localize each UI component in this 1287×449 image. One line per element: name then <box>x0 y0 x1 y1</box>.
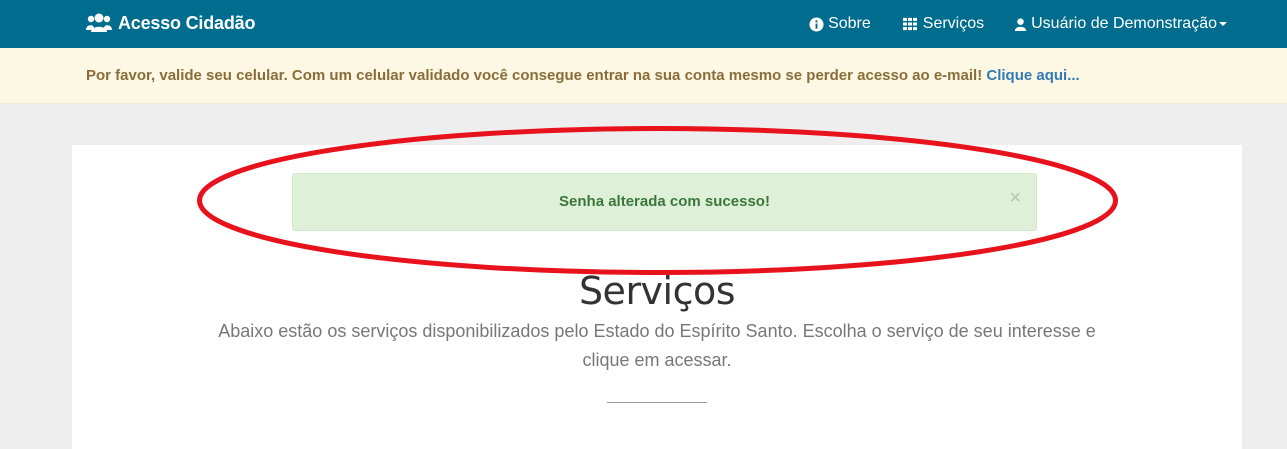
user-icon <box>1014 17 1027 31</box>
chevron-down-icon <box>1219 22 1227 26</box>
alert-message: Senha alterada com sucesso! <box>559 193 770 210</box>
page-title: Serviços <box>578 269 736 313</box>
top-navbar: Acesso Cidadão Sobre Serviços Usuário de… <box>0 0 1287 48</box>
close-icon[interactable]: × <box>1009 170 1021 226</box>
info-circle-icon <box>809 16 824 32</box>
nav-item-label: Usuário de Demonstração <box>1031 15 1217 32</box>
users-icon <box>86 13 112 32</box>
warning-message: Por favor, valide seu celular. Com um ce… <box>86 67 983 84</box>
divider <box>607 402 707 403</box>
nav-menu: Sobre Serviços Usuário de Demonstração <box>779 0 1227 48</box>
grid-icon <box>902 17 917 31</box>
success-alert: Senha alterada com sucesso! × <box>292 173 1037 231</box>
validate-phone-link[interactable]: Clique aqui... <box>986 67 1079 84</box>
nav-item-sobre[interactable]: Sobre <box>809 15 871 33</box>
main-content-card: Senha alterada com sucesso! × Serviços A… <box>72 145 1242 449</box>
nav-item-servicos[interactable]: Serviços <box>901 15 984 33</box>
brand-title: Acesso Cidadão <box>118 12 256 33</box>
phone-validation-warning: Por favor, valide seu celular. Com um ce… <box>0 48 1287 104</box>
brand-link[interactable]: Acesso Cidadão <box>86 12 255 34</box>
nav-item-label: Serviços <box>922 15 985 32</box>
nav-item-label: Sobre <box>828 15 871 32</box>
nav-item-user-menu[interactable]: Usuário de Demonstração <box>1014 15 1227 33</box>
section-description: Abaixo estão os serviços disponibilizado… <box>218 321 1096 370</box>
